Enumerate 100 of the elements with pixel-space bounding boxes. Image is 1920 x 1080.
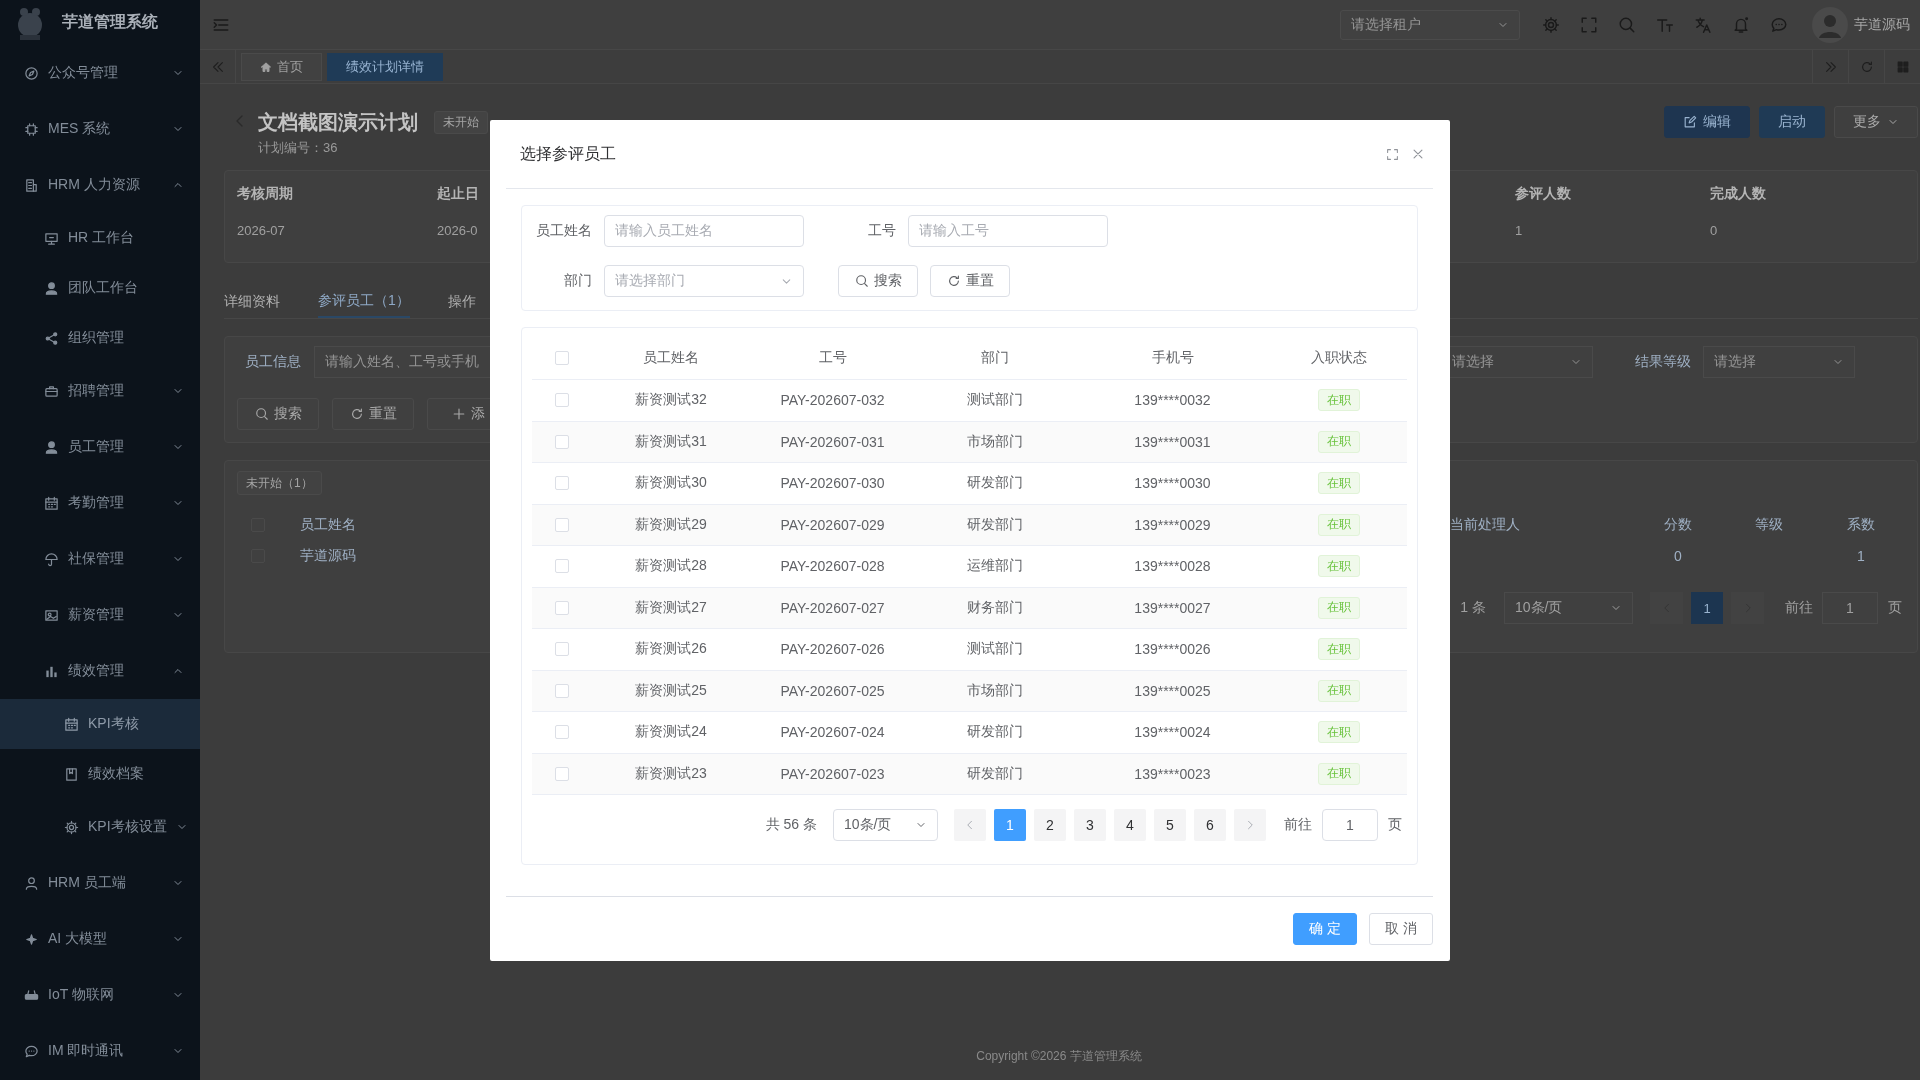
menu-item[interactable]: 绩效档案 [0,749,200,799]
table-cell-text: 运维部门 [966,557,1024,576]
copyright: Copyright ©2026 芋道管理系统 [976,1047,1142,1065]
table-cell-text: 薪资测试27 [634,598,708,617]
tenant-select[interactable]: 请选择租户 [1340,9,1520,40]
status-filter-tag[interactable]: 未开始（1） [237,471,322,495]
translate-icon[interactable] [1694,15,1712,34]
double-chevron-left-icon[interactable] [210,59,225,74]
filter-button[interactable]: 搜索 [237,398,319,430]
action-button[interactable]: 启动 [1759,106,1825,138]
column-header: 部门 [980,349,1010,367]
menu-item[interactable]: MES 系统 [0,101,200,157]
page-size-select[interactable]: 10条/页 [1504,592,1633,624]
column-header: 当前处理人 [1449,516,1520,534]
table-cell-text: 薪资测试32 [634,391,708,410]
menu-item[interactable]: IoT 物联网 [0,967,200,1023]
menu-item[interactable]: AI 大模型 [0,911,200,967]
fullscreen-icon[interactable] [1386,147,1399,161]
table-cell-text: PAY-202607-028 [779,558,886,575]
edit-icon [1683,115,1697,129]
search-icon[interactable] [1618,15,1636,34]
chat-icon[interactable] [1770,15,1788,34]
refresh-icon [349,407,364,421]
menu-item[interactable]: HRM 人力资源 [0,157,200,213]
briefcase-icon [44,383,59,399]
menu-item[interactable]: KPI考核 [0,699,200,749]
table-cell-text: 薪资测试25 [634,681,708,700]
menu-item[interactable]: KPI考核设置 [0,799,200,855]
page-tab[interactable]: 绩效计划详情 [327,52,443,81]
bell-icon[interactable] [1732,15,1750,34]
avatar-icon[interactable] [1812,6,1848,43]
menu-item[interactable]: 组织管理 [0,313,200,363]
detail-tab[interactable]: 操作 [447,286,476,318]
menu-item[interactable]: 考勤管理 [0,475,200,531]
user-icon [44,439,59,455]
page-input[interactable]: 1 [1822,592,1878,624]
table-cell-text: PAY-202607-025 [779,682,886,699]
detail-tab[interactable]: 详细资料 [224,286,280,318]
table-cell-text: 139****0029 [1133,516,1212,533]
fullscreen-icon[interactable] [1580,15,1598,34]
dialog-title: 选择参评员工 [520,143,617,164]
status-tag: 在职 [1317,555,1360,578]
page-number[interactable]: 3 [1074,809,1106,841]
menu-item[interactable]: 团队工作台 [0,263,200,313]
grid-icon[interactable] [1895,59,1910,74]
refresh-icon[interactable] [1859,59,1874,74]
page-size-select[interactable]: 10条/页 [833,809,938,841]
page-number[interactable]: 4 [1114,809,1146,841]
menu-item[interactable]: HR 工作台 [0,213,200,263]
home-icon [260,60,272,73]
detail-tab[interactable]: 参评员工（1） [318,286,410,318]
search-form-button[interactable]: 搜索 [838,265,918,297]
summary-label: 考核周期 [237,185,293,203]
status-tag: 在职 [1317,638,1360,661]
table-cell: 0 [1674,548,1682,564]
field-label: 员工姓名 [535,222,593,240]
total-count: 1 条 [1460,599,1486,617]
page-number[interactable]: 6 [1194,809,1226,841]
field-label: 部门 [563,272,593,290]
menu-item[interactable]: IM 即时通讯 [0,1023,200,1079]
table-cell-text: 薪资测试23 [634,764,708,783]
user-name[interactable]: 芋道源码 [1854,15,1910,34]
select-field[interactable]: 请选择 [1703,346,1855,378]
menu-item[interactable]: 招聘管理 [0,363,200,419]
action-button[interactable]: 更多 [1834,106,1918,138]
page-number[interactable]: 1 [1691,592,1723,624]
building-icon [24,177,39,193]
user-icon [24,875,39,891]
page-input[interactable]: 1 [1322,809,1378,841]
action-button[interactable]: 编辑 [1664,106,1750,138]
table-cell-text: 市场部门 [966,681,1024,700]
table-cell-text: 研发部门 [966,764,1024,783]
summary-value: 0 [1710,223,1718,238]
double-chevron-right-icon[interactable] [1823,59,1838,74]
goto-label: 前往 [1284,816,1312,834]
menu-item[interactable]: 员工管理 [0,419,200,475]
app-title: 芋道管理系统 [62,12,158,32]
settings-icon[interactable] [1542,15,1560,34]
table-cell-text: 薪资测试30 [634,474,708,493]
column-header: 手机号 [1150,349,1195,367]
close-icon[interactable] [1411,147,1425,161]
sparkle-icon [24,931,39,947]
page-tab[interactable]: 首页 [241,52,322,81]
menu-item[interactable]: HRM 员工端 [0,855,200,911]
menu-item[interactable]: 薪资管理 [0,587,200,643]
status-tag: 在职 [1317,389,1360,412]
cancel-button[interactable]: 取 消 [1369,913,1433,945]
page-number[interactable]: 5 [1154,809,1186,841]
menu-item[interactable]: 绩效管理 [0,643,200,699]
table-cell-text: 薪资测试31 [634,432,708,451]
status-tag: 在职 [1317,762,1360,785]
router-icon [24,987,39,1003]
search-form-button[interactable]: 重置 [930,265,1010,297]
status-tag: 在职 [1317,472,1360,495]
page-number[interactable]: 2 [1034,809,1066,841]
menu-item[interactable]: 社保管理 [0,531,200,587]
filter-button[interactable]: 重置 [332,398,414,430]
menu-item[interactable]: 公众号管理 [0,45,200,101]
table-cell-text: 研发部门 [966,474,1024,493]
total-count: 共 56 条 [765,816,817,834]
